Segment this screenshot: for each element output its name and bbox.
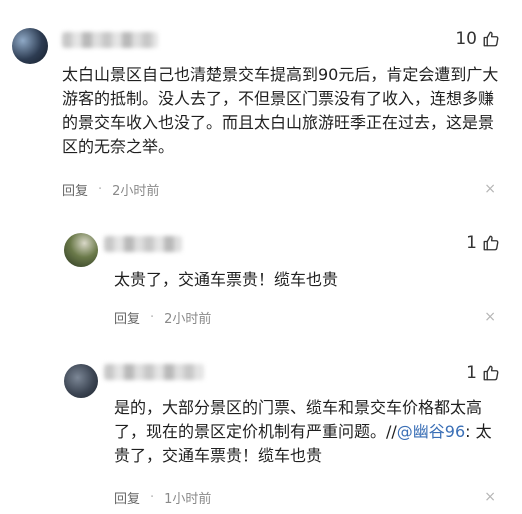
- like-count: 10: [455, 29, 477, 49]
- comment-meta: 回复 · 1小时前: [114, 488, 211, 507]
- avatar[interactable]: [64, 233, 98, 267]
- comment-3: 1 是的，大部分景区的门票、缆车和景交车价格都太高了，现在的景区定价机制有严重问…: [0, 350, 522, 514]
- comment-text: 太白山景区自己也清楚景交车提高到90元后，肯定会遭到广大游客的抵制。没人去了，不…: [62, 65, 499, 156]
- like-button[interactable]: 1: [466, 233, 500, 253]
- separator: ·: [150, 490, 155, 505]
- close-icon[interactable]: ×: [484, 181, 496, 197]
- timestamp: 1小时前: [164, 492, 212, 507]
- reply-button[interactable]: 回复: [114, 308, 140, 327]
- comment-text: 太贵了，交通车票贵！缆车也贵: [114, 270, 339, 289]
- thumbs-up-icon: [482, 364, 500, 382]
- separator: ·: [98, 182, 103, 197]
- comment-meta: 回复 · 2小时前: [114, 308, 211, 327]
- thumbs-up-icon: [482, 234, 500, 252]
- close-icon[interactable]: ×: [484, 489, 496, 505]
- thumbs-up-icon: [482, 30, 500, 48]
- username-blurred[interactable]: [104, 364, 204, 380]
- comment-2: 1 太贵了，交通车票贵！缆车也贵 回复 · 2小时前 ×: [0, 220, 522, 340]
- like-button[interactable]: 10: [455, 29, 500, 49]
- reply-button[interactable]: 回复: [62, 180, 88, 199]
- close-icon[interactable]: ×: [484, 309, 496, 325]
- like-count: 1: [466, 363, 477, 383]
- timestamp: 2小时前: [112, 184, 160, 199]
- comment-1: 10 太白山景区自己也清楚景交车提高到90元后，肯定会遭到广大游客的抵制。没人去…: [0, 0, 522, 210]
- avatar[interactable]: [12, 28, 48, 64]
- username-blurred[interactable]: [62, 32, 158, 48]
- reply-button[interactable]: 回复: [114, 488, 140, 507]
- timestamp: 2小时前: [164, 312, 212, 327]
- comment-text: 是的，大部分景区的门票、缆车和景交车价格都太高了，现在的景区定价机制有严重问题。…: [114, 396, 506, 468]
- comment-meta: 回复 · 2小时前: [62, 180, 159, 199]
- separator: ·: [150, 310, 155, 325]
- like-count: 1: [466, 233, 477, 253]
- username-blurred[interactable]: [104, 236, 182, 252]
- mention-link[interactable]: @幽谷96: [397, 422, 465, 441]
- avatar[interactable]: [64, 364, 98, 398]
- like-button[interactable]: 1: [466, 363, 500, 383]
